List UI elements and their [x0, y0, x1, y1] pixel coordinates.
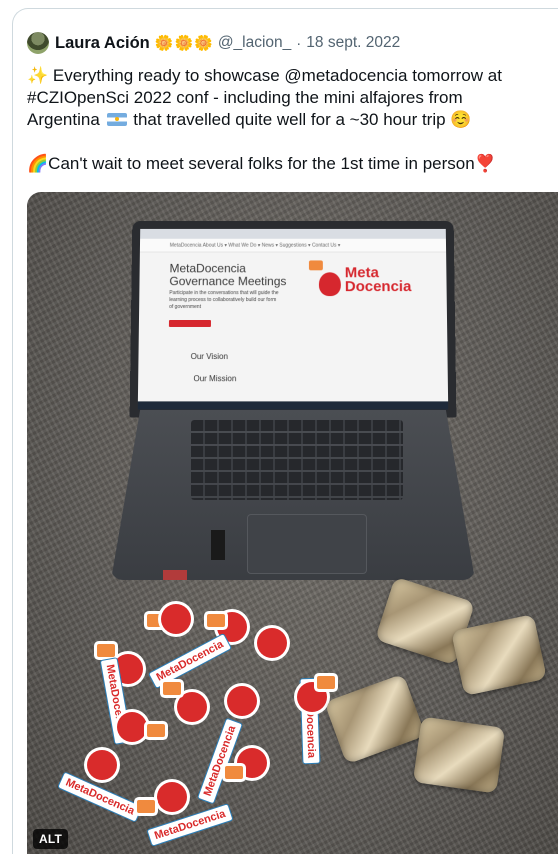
speech-bubble-icon: [207, 614, 225, 627]
alfajor-package: [412, 716, 506, 794]
logo-text: Meta Docencia: [344, 264, 412, 296]
alfajor-package: [324, 673, 426, 765]
tweet-card: Laura Ación 🌼 🌼 🌼 @_lacion_ · 18 sept. 2…: [12, 8, 558, 854]
laptop-sticker: [211, 530, 225, 560]
laptop-display: MetaDocencia About Us ▾ What We Do ▾ New…: [137, 228, 449, 410]
sticker-text: MetaDocencia: [147, 632, 233, 690]
tweet-date[interactable]: 18 sept. 2022: [306, 34, 400, 52]
speech-bubble-icon: [147, 724, 165, 737]
avatar[interactable]: [27, 32, 49, 54]
argentina-flag-icon: [106, 113, 127, 126]
speech-bubble-icon: [308, 260, 323, 271]
sticker-text: MetaDocencia: [146, 803, 234, 847]
hero-body: Participate in the conversations that wi…: [169, 290, 279, 311]
tweet-text-line: #CZIOpenSci 2022 conf - including the mi…: [27, 88, 463, 107]
tweet-text: ✨ Everything ready to showcase @metadoce…: [27, 65, 547, 175]
tweet-text-line: ✨ Everything ready to showcase @metadoce…: [27, 66, 502, 85]
tweet-header: Laura Ación 🌼 🌼 🌼 @_lacion_ · 18 sept. 2…: [27, 31, 400, 55]
blossom-emoji-icon: 🌼: [154, 34, 174, 52]
speech-bubble-icon: [225, 766, 243, 779]
tweet-text-line: Argentina that travelled quite well for …: [27, 109, 547, 131]
browser-bar: [140, 228, 446, 239]
metadocencia-logo: Meta Docencia: [308, 258, 429, 318]
speech-bubble-icon: [97, 644, 115, 657]
apple-icon: [87, 750, 117, 780]
separator-dot: ·: [296, 34, 302, 52]
mission-heading: Our Mission: [193, 374, 237, 384]
apple-icon: [161, 604, 191, 634]
tweet-text-segment: that travelled quite well for a ~30 hour…: [133, 110, 472, 129]
apple-icon: [117, 712, 147, 742]
hero-button: [168, 319, 211, 327]
apple-icon: [177, 692, 207, 722]
blossom-emoji-icon: 🌼: [174, 34, 194, 52]
blossom-emoji-icon: 🌼: [194, 34, 213, 52]
apple-icon: [257, 628, 287, 658]
speech-bubble-icon: [137, 800, 155, 813]
apple-icon: [157, 782, 187, 812]
user-handle[interactable]: @_lacion_: [218, 34, 291, 52]
laptop-screen: MetaDocencia About Us ▾ What We Do ▾ New…: [129, 221, 457, 418]
speech-bubble-icon: [163, 682, 181, 695]
keyboard: [191, 420, 403, 500]
logo-line: Docencia: [344, 278, 412, 296]
speech-bubble-icon: [317, 676, 335, 689]
apple-icon: [227, 686, 257, 716]
laptop-sticker: [163, 570, 187, 580]
site-nav: MetaDocencia About Us ▾ What We Do ▾ New…: [139, 238, 447, 253]
taskbar: [137, 401, 449, 410]
tweet-photo[interactable]: MetaDocencia About Us ▾ What We Do ▾ New…: [27, 192, 558, 854]
touchpad: [247, 514, 367, 574]
display-name[interactable]: Laura Ación: [55, 34, 150, 53]
apple-icon: [318, 272, 341, 297]
hero-title: MetaDocencia Governance Meetings: [169, 261, 287, 289]
laptop-keyboard-deck: [111, 410, 475, 580]
tweet-text-line: 🌈Can't wait to meet several folks for th…: [27, 154, 496, 173]
tweet-text-segment: Argentina: [27, 110, 100, 129]
vision-heading: Our Vision: [190, 352, 229, 362]
alt-text-badge[interactable]: ALT: [33, 829, 69, 849]
